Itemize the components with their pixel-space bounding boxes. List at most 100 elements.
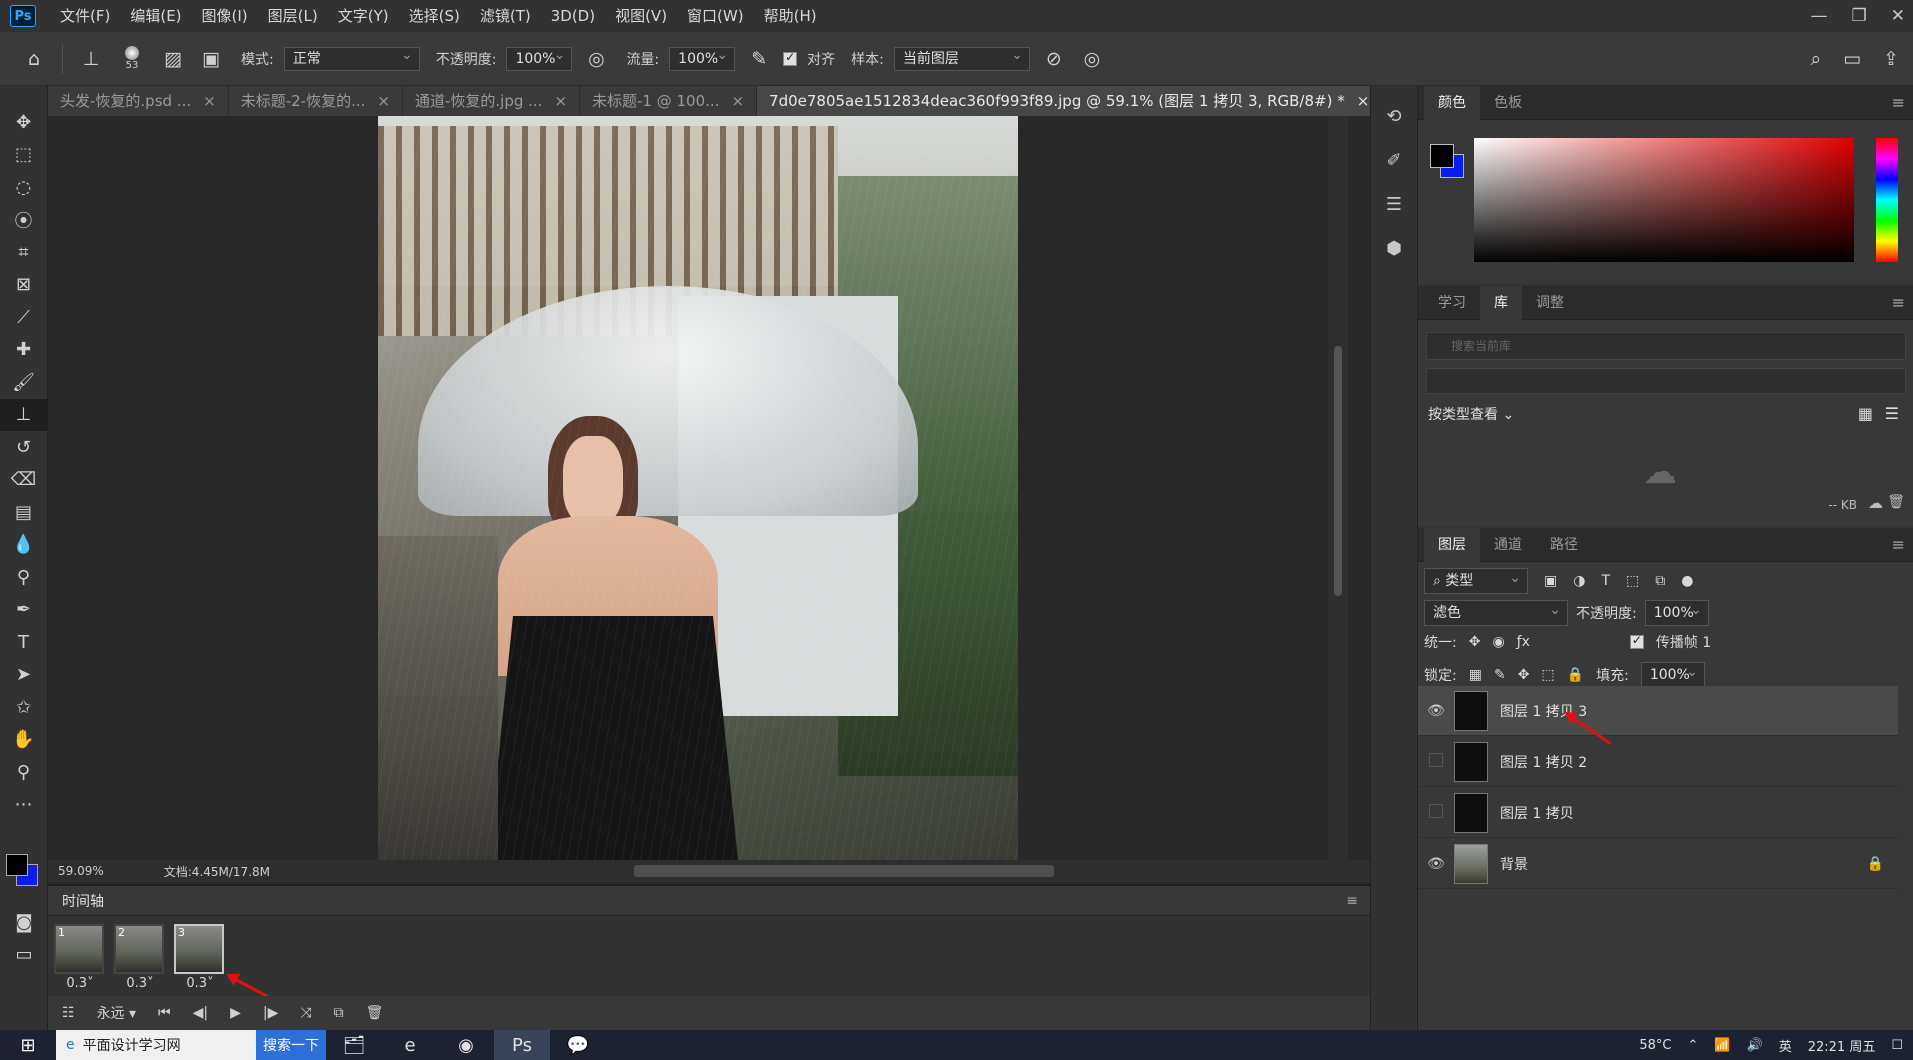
clone-source-icon[interactable]: ▣ [197,48,225,70]
unify-style-icon[interactable]: ƒx [1517,634,1530,650]
menu-window[interactable]: 窗口(W) [677,0,754,32]
eraser-tool-icon[interactable]: ⌫ [0,464,47,497]
quick-mask-icon[interactable]: ◙ [0,906,48,939]
horizontal-scroll-thumb[interactable] [634,865,1054,877]
layer-name[interactable]: 图层 1 拷贝 [1500,803,1574,823]
frame-tool-icon[interactable]: ⊠ [0,269,47,302]
workspace-icon[interactable]: ▭ [1843,48,1861,70]
color-swatches[interactable] [6,854,42,890]
menu-view[interactable]: 视图(V) [605,0,677,32]
brush-tool-icon[interactable]: 🖌 [0,366,47,399]
share-icon[interactable]: ⇪ [1883,48,1899,70]
marquee-tool-icon[interactable]: ⬚ [0,139,47,172]
animation-frame[interactable]: 2 0.3˅ [114,924,166,991]
clone-stamp-tool-icon[interactable]: ⊥ [0,398,47,431]
brush-presets-icon[interactable]: ✐ [1371,138,1417,182]
panel-menu-icon[interactable]: ≡ [1892,93,1905,112]
tab-learn[interactable]: 学习 [1424,286,1480,320]
frame-delay[interactable]: 0.3˅ [174,976,226,991]
tab-swatches[interactable]: 色板 [1480,86,1536,120]
restore-icon[interactable]: ❐ [1852,6,1867,26]
menu-layer[interactable]: 图层(L) [258,0,328,32]
doc-tab-active[interactable]: 7d0e7805ae1512834deac360f993f89.jpg @ 59… [757,86,1383,116]
healing-brush-tool-icon[interactable]: ✚ [0,334,47,367]
tray-chevron-icon[interactable]: ⌃ [1687,1038,1698,1053]
file-explorer-icon[interactable]: 🗂 [326,1030,382,1060]
path-select-tool-icon[interactable]: ➤ [0,659,47,692]
blur-tool-icon[interactable]: 💧 [0,529,47,562]
visibility-off-icon[interactable] [1418,804,1454,822]
library-dropdown[interactable] [1426,368,1906,394]
frame-thumbnail[interactable]: 3 [174,924,224,974]
tab-paths[interactable]: 路径 [1536,528,1592,562]
volume-icon[interactable]: 🔊 [1747,1038,1763,1053]
doc-tab[interactable]: 头发-恢复的.psd ... × [48,86,229,116]
close-tab-icon[interactable]: × [731,86,744,116]
timeline-title[interactable]: 时间轴 [62,891,104,911]
scroll-thumb[interactable] [1334,346,1342,596]
hue-slider[interactable] [1876,138,1898,262]
loop-dropdown[interactable]: 永远 ▾ [97,1003,136,1023]
layer-name[interactable]: 图层 1 拷贝 2 [1500,752,1587,772]
menu-edit[interactable]: 编辑(E) [120,0,191,32]
view-by-type[interactable]: 按类型查看 ⌄ [1428,404,1514,424]
shape-tool-icon[interactable]: ✩ [0,691,47,724]
panel-menu-icon[interactable]: ≡ [1346,893,1358,909]
visibility-off-icon[interactable] [1418,753,1454,771]
frame-thumbnail[interactable]: 2 [114,924,164,974]
visibility-eye-icon[interactable]: 👁 [1418,856,1454,872]
panel-menu-icon[interactable]: ≡ [1892,535,1905,554]
opacity-dropdown[interactable]: 100% [506,44,573,71]
crop-tool-icon[interactable]: ⌗ [0,236,47,269]
more-tools-icon[interactable]: ⋯ [0,789,47,822]
canvas-area[interactable] [48,116,1348,860]
tab-layers[interactable]: 图层 [1424,527,1480,562]
clock[interactable]: 22:21 周五 [1808,1036,1876,1055]
layer-row[interactable]: 图层 1 拷贝 [1418,788,1898,838]
type-tool-icon[interactable]: T [0,626,47,659]
edge-icon[interactable]: e [382,1030,438,1060]
frame-thumbnail[interactable]: 1 [54,924,104,974]
lock-all-icon[interactable]: 🔒 [1567,667,1584,683]
close-tab-icon[interactable]: × [554,86,567,116]
close-tab-icon[interactable]: × [377,86,390,116]
menu-filter[interactable]: 滤镜(T) [470,0,541,32]
delete-frame-icon[interactable]: 🗑 [366,1005,384,1021]
doc-tab[interactable]: 未标题-2-恢复的... × [228,86,403,116]
network-icon[interactable]: 📶 [1714,1038,1730,1053]
3d-icon[interactable]: ⬢ [1371,226,1417,270]
visibility-eye-icon[interactable]: 👁 [1418,703,1454,719]
wechat-icon[interactable]: 💬 [550,1030,606,1060]
taskbar-search-box[interactable]: e 平面设计学习网 [56,1030,256,1060]
layer-opacity-dropdown[interactable]: 100% [1644,598,1709,626]
history-icon[interactable]: ⟲ [1371,94,1417,138]
input-method[interactable]: 英 [1779,1036,1792,1055]
propagate-frame-checkbox[interactable] [1629,633,1644,649]
next-frame-icon[interactable]: |▶ [263,1005,278,1021]
search-icon[interactable]: ⌕ [1810,48,1821,70]
minimize-icon[interactable]: — [1811,6,1828,26]
flow-dropdown[interactable]: 100% [669,44,736,71]
vertical-scrollbar[interactable] [1328,116,1348,860]
unify-visibility-icon[interactable]: ◉ [1492,634,1504,650]
zoom-tool-icon[interactable]: ⚲ [0,756,47,789]
tab-channels[interactable]: 通道 [1480,528,1536,562]
pressure-opacity-icon[interactable]: ◎ [582,48,610,70]
cloud-sync-icon[interactable]: ☁ [1868,494,1883,512]
frame-delay[interactable]: 0.3˅ [54,976,106,991]
document-photo[interactable] [378,116,1018,860]
gradient-tool-icon[interactable]: ▤ [0,496,47,529]
grid-view-icon[interactable]: ▦ [1858,404,1873,423]
frame-delay[interactable]: 0.3˅ [114,976,166,991]
filter-toggle-icon[interactable]: ● [1681,573,1693,589]
photoshop-taskbar-icon[interactable]: Ps [494,1030,550,1060]
notification-icon[interactable]: ☐ [1891,1038,1903,1053]
ignore-adjustment-icon[interactable]: ⊘ [1040,48,1068,70]
layer-row[interactable]: 👁 背景 🔒 [1418,839,1898,889]
lock-transparent-icon[interactable]: ▦ [1469,667,1482,683]
clone-stamp-preset-icon[interactable]: ⊥ [77,48,105,70]
previous-frame-icon[interactable]: ◀| [193,1005,208,1021]
filter-pixel-icon[interactable]: ▣ [1544,573,1557,589]
screen-mode-icon[interactable]: ▭ [0,938,48,971]
menu-file[interactable]: 文件(F) [50,0,120,32]
